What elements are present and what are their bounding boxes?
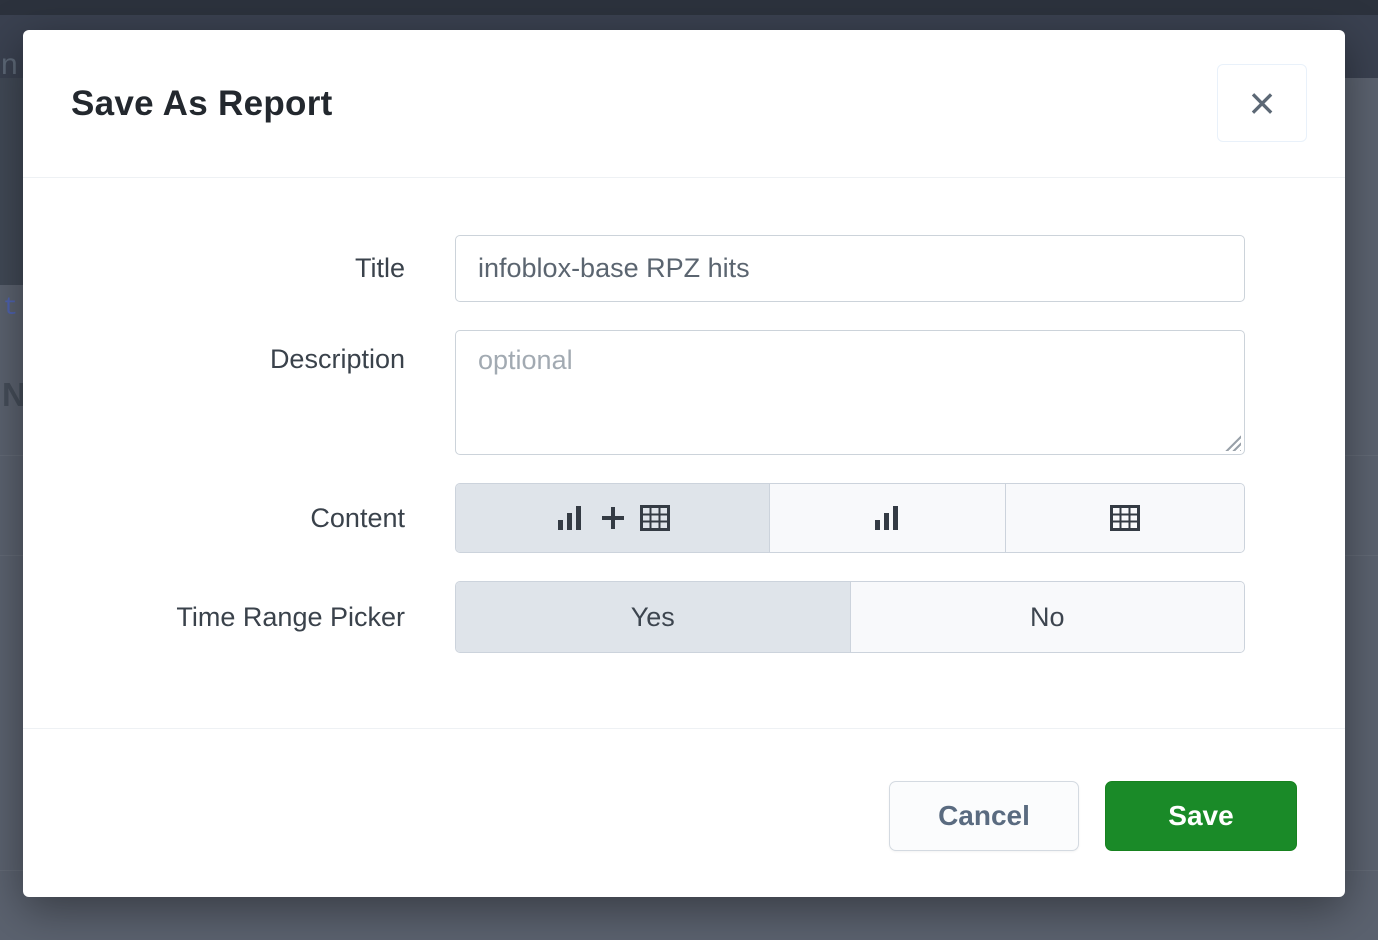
title-input[interactable] xyxy=(455,235,1245,302)
dialog-body: Title Description Content xyxy=(23,178,1345,653)
dialog-footer: Cancel Save xyxy=(23,728,1345,897)
content-row: Content xyxy=(23,483,1345,553)
backdrop-top-strip xyxy=(0,0,1378,15)
time-range-option-no[interactable]: No xyxy=(850,582,1245,652)
title-label: Title xyxy=(23,235,455,302)
table-icon xyxy=(1110,505,1140,531)
table-icon xyxy=(640,505,670,531)
time-range-no-label: No xyxy=(1030,602,1065,633)
content-option-chart-and-table[interactable] xyxy=(456,484,769,552)
description-textarea[interactable] xyxy=(455,330,1245,455)
bar-chart-icon xyxy=(873,504,903,532)
save-button[interactable]: Save xyxy=(1105,781,1297,851)
backdrop-nav-text-fragment: n xyxy=(1,48,18,82)
time-range-segmented-control: Yes No xyxy=(455,581,1245,653)
content-option-table-only[interactable] xyxy=(1005,484,1244,552)
dialog-title: Save As Report xyxy=(71,84,333,124)
description-row: Description xyxy=(23,330,1345,455)
description-label: Description xyxy=(23,330,455,455)
time-range-picker-row: Time Range Picker Yes No xyxy=(23,581,1345,653)
content-option-chart-only[interactable] xyxy=(769,484,1005,552)
plus-icon xyxy=(600,505,626,531)
cancel-button[interactable]: Cancel xyxy=(889,781,1079,851)
title-row: Title xyxy=(23,235,1345,302)
close-button[interactable]: × xyxy=(1217,64,1307,142)
bar-chart-icon xyxy=(556,504,586,532)
time-range-option-yes[interactable]: Yes xyxy=(456,582,850,652)
close-icon: × xyxy=(1249,80,1276,126)
time-range-picker-label: Time Range Picker xyxy=(23,581,455,653)
save-as-report-dialog: Save As Report × Title Description Conte… xyxy=(23,30,1345,897)
content-label: Content xyxy=(23,483,455,553)
content-segmented-control xyxy=(455,483,1245,553)
dialog-header: Save As Report × xyxy=(23,30,1345,178)
time-range-yes-label: Yes xyxy=(631,602,675,633)
